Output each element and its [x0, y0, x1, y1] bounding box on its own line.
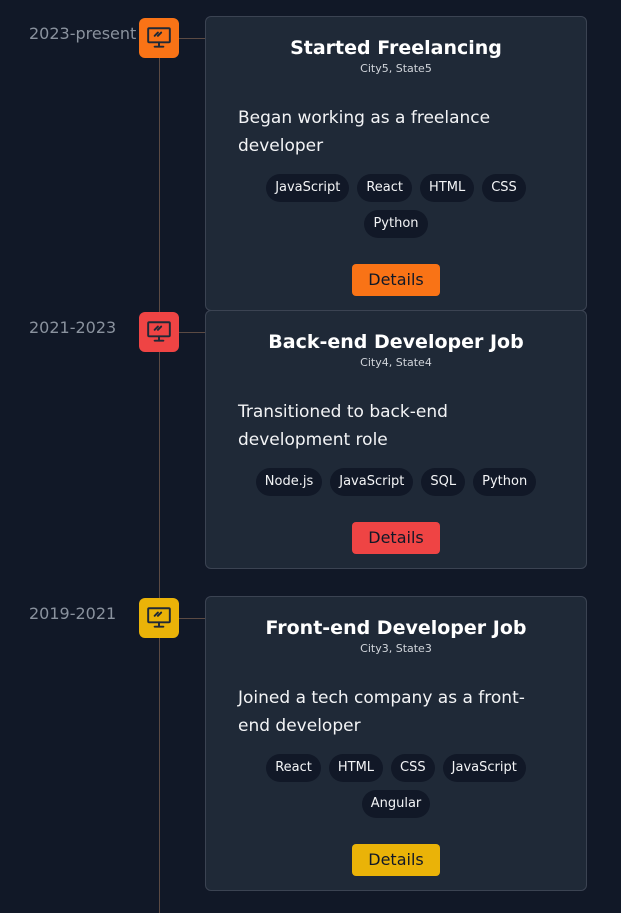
card-location: City4, State4: [360, 356, 432, 369]
tag-list: JavaScript React HTML CSS Python: [246, 174, 546, 238]
timeline-connector: [179, 332, 205, 333]
monitor-icon: [139, 18, 179, 58]
timeline-card: Started Freelancing City5, State5 Began …: [205, 16, 587, 311]
card-description: Transitioned to back-end development rol…: [238, 402, 448, 450]
tag: React: [266, 754, 321, 782]
tag-list: Node.js JavaScript SQL Python: [246, 468, 546, 496]
entry-date: 2023-present: [29, 24, 137, 43]
timeline-connector: [179, 38, 205, 39]
tag: SQL: [421, 468, 466, 496]
tag: HTML: [420, 174, 475, 202]
tag: Node.js: [255, 468, 323, 496]
tag-list: React HTML CSS JavaScript Angular: [246, 754, 546, 818]
entry-date: 2021-2023: [29, 318, 117, 337]
timeline: 2023-present Started Freelancing City5, …: [0, 0, 621, 913]
timeline-card: Front-end Developer Job City3, State3 Jo…: [205, 596, 587, 891]
details-button[interactable]: Details: [352, 264, 440, 296]
card-title: Started Freelancing: [290, 37, 502, 59]
tag: HTML: [328, 754, 384, 782]
tag: CSS: [391, 754, 435, 782]
tag: CSS: [482, 174, 526, 202]
timeline-card: Back-end Developer Job City4, State4 Tra…: [205, 310, 587, 569]
tag: JavaScript: [442, 754, 526, 782]
tag: JavaScript: [266, 174, 350, 202]
tag: Python: [473, 468, 537, 496]
details-button[interactable]: Details: [352, 844, 440, 876]
tag: Angular: [361, 790, 431, 818]
entry-date: 2019-2021: [29, 604, 117, 623]
card-location: City5, State5: [360, 62, 432, 75]
timeline-line: [159, 40, 160, 913]
monitor-icon: [139, 598, 179, 638]
monitor-icon: [139, 312, 179, 352]
card-title: Back-end Developer Job: [268, 331, 524, 353]
tag: JavaScript: [330, 468, 414, 496]
tag: React: [357, 174, 413, 202]
card-location: City3, State3: [360, 642, 432, 655]
card-title: Front-end Developer Job: [265, 617, 527, 639]
tag: Python: [364, 210, 428, 238]
details-button[interactable]: Details: [352, 522, 440, 554]
card-description: Joined a tech company as a front-end dev…: [238, 688, 525, 736]
timeline-connector: [179, 618, 205, 619]
card-description: Began working as a freelance developer: [238, 108, 491, 156]
